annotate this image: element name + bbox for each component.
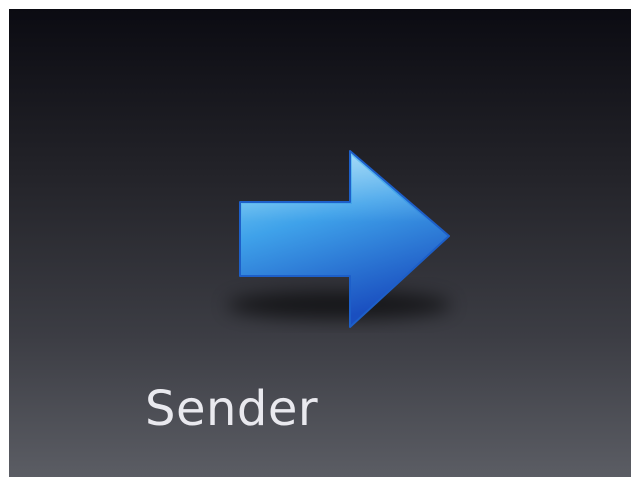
sender-tile[interactable]: Sender bbox=[9, 9, 631, 477]
sender-label: Sender bbox=[145, 381, 319, 437]
right-arrow-icon bbox=[227, 150, 451, 328]
